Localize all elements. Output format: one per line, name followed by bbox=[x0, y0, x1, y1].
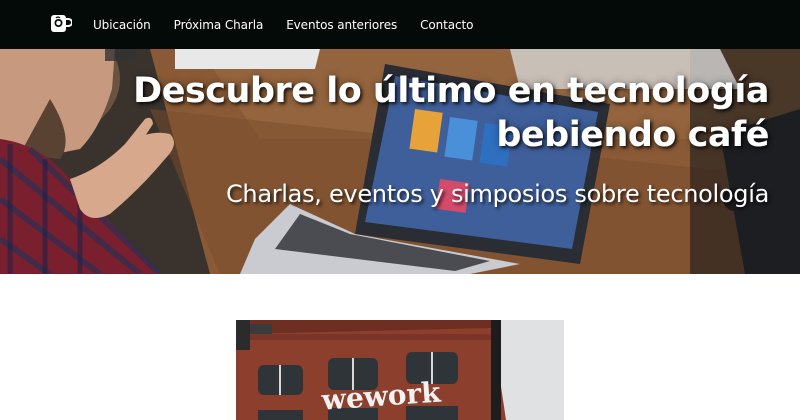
nav-link-eventos-anteriores[interactable]: Eventos anteriores bbox=[286, 18, 397, 32]
building-image: wework bbox=[236, 320, 564, 420]
event-venue-photo: wework bbox=[236, 320, 564, 420]
hero-subtitle: Charlas, eventos y simposios sobre tecno… bbox=[225, 180, 769, 208]
coffee-cup-icon[interactable] bbox=[50, 12, 72, 34]
nav-links: Ubicación Próxima Charla Eventos anterio… bbox=[93, 0, 496, 49]
nav-link-contacto[interactable]: Contacto bbox=[420, 18, 473, 32]
nav-link-proxima-charla[interactable]: Próxima Charla bbox=[174, 18, 264, 32]
hero-title-line1: Descubre lo último en tecnología bbox=[133, 71, 769, 111]
top-navbar: Ubicación Próxima Charla Eventos anterio… bbox=[0, 0, 800, 49]
hero-title: Descubre lo último en tecnología bebiend… bbox=[69, 69, 769, 157]
nav-link-ubicacion[interactable]: Ubicación bbox=[93, 18, 151, 32]
hero-title-line2: bebiendo café bbox=[496, 115, 769, 155]
hero-banner: Descubre lo último en tecnología bebiend… bbox=[0, 49, 800, 274]
